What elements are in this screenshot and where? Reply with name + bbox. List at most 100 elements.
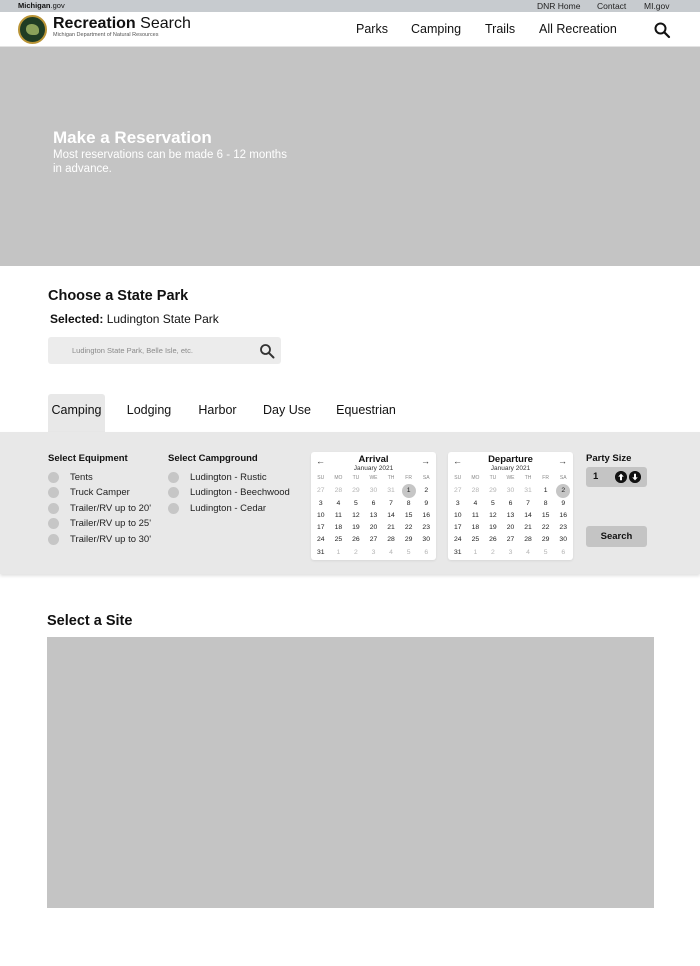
calendar-day[interactable]: 12 — [347, 510, 365, 522]
calendar-day[interactable]: 31 — [449, 547, 467, 559]
calendar-day[interactable]: 17 — [312, 522, 330, 534]
calendar-day[interactable]: 30 — [417, 534, 435, 546]
calendar-day[interactable]: 26 — [484, 534, 502, 546]
radio-button[interactable] — [48, 472, 59, 483]
calendar-day[interactable]: 28 — [330, 485, 348, 497]
calendar-day[interactable]: 13 — [502, 510, 520, 522]
calendar-day[interactable]: 14 — [382, 510, 400, 522]
tab-equestrian[interactable]: Equestrian — [332, 394, 400, 432]
calendar-day[interactable]: 3 — [312, 498, 330, 510]
calendar-day-selected[interactable]: 2 — [554, 484, 572, 499]
radio-button[interactable] — [168, 487, 179, 498]
calendar-day[interactable]: 28 — [382, 534, 400, 546]
calendar-day-selected[interactable]: 1 — [400, 484, 418, 499]
calendar-day[interactable]: 4 — [519, 547, 537, 559]
calendar-day[interactable]: 23 — [554, 522, 572, 534]
calendar-day[interactable]: 16 — [417, 510, 435, 522]
tab-camping[interactable]: Camping — [48, 394, 105, 432]
calendar-day[interactable]: 21 — [519, 522, 537, 534]
calendar-day[interactable]: 6 — [417, 547, 435, 559]
calendar-day[interactable]: 24 — [312, 534, 330, 546]
calendar-day[interactable]: 31 — [312, 547, 330, 559]
nav-camping[interactable]: Camping — [411, 22, 461, 36]
calendar-day[interactable]: 27 — [502, 534, 520, 546]
calendar-day[interactable]: 6 — [502, 498, 520, 510]
calendar-day[interactable]: 30 — [554, 534, 572, 546]
calendar-day[interactable]: 30 — [502, 485, 520, 497]
calendar-day[interactable]: 9 — [417, 498, 435, 510]
nav-trails[interactable]: Trails — [485, 22, 515, 36]
calendar-day[interactable]: 7 — [519, 498, 537, 510]
calendar-day[interactable]: 5 — [400, 547, 418, 559]
tab-day-use[interactable]: Day Use — [259, 394, 315, 432]
nav-all-recreation[interactable]: All Recreation — [539, 22, 617, 36]
calendar-day[interactable]: 18 — [467, 522, 485, 534]
calendar-day[interactable]: 3 — [502, 547, 520, 559]
radio-button[interactable] — [168, 503, 179, 514]
calendar-day[interactable]: 4 — [467, 498, 485, 510]
decrement-arrow-down-icon[interactable] — [629, 471, 641, 483]
calendar-day[interactable]: 22 — [537, 522, 555, 534]
calendar-day[interactable]: 4 — [382, 547, 400, 559]
calendar-day[interactable]: 10 — [449, 510, 467, 522]
calendar-day[interactable]: 1 — [537, 485, 555, 497]
brand-title[interactable]: Recreation Search — [53, 15, 191, 33]
party-size-value[interactable]: 1 — [593, 471, 598, 482]
calendar-day[interactable]: 1 — [467, 547, 485, 559]
calendar-day[interactable]: 20 — [502, 522, 520, 534]
calendar-day[interactable]: 13 — [365, 510, 383, 522]
tab-harbor[interactable]: Harbor — [193, 394, 242, 432]
calendar-day[interactable]: 5 — [347, 498, 365, 510]
calendar-day[interactable]: 3 — [449, 498, 467, 510]
calendar-day[interactable]: 29 — [484, 485, 502, 497]
search-button[interactable]: Search — [586, 526, 647, 547]
calendar-day[interactable]: 5 — [484, 498, 502, 510]
tab-lodging[interactable]: Lodging — [122, 394, 176, 432]
calendar-day[interactable]: 18 — [330, 522, 348, 534]
calendar-day[interactable]: 29 — [400, 534, 418, 546]
calendar-day[interactable]: 10 — [312, 510, 330, 522]
calendar-day[interactable]: 6 — [554, 547, 572, 559]
calendar-day[interactable]: 5 — [537, 547, 555, 559]
calendar-day[interactable]: 16 — [554, 510, 572, 522]
calendar-day[interactable]: 23 — [417, 522, 435, 534]
calendar-day[interactable]: 6 — [365, 498, 383, 510]
mi-gov-link[interactable]: MI.gov — [644, 1, 670, 11]
radio-button[interactable] — [48, 503, 59, 514]
calendar-day[interactable]: 8 — [537, 498, 555, 510]
calendar-day[interactable]: 26 — [347, 534, 365, 546]
search-icon[interactable] — [259, 343, 275, 359]
search-icon[interactable] — [653, 21, 671, 39]
calendar-day[interactable]: 25 — [467, 534, 485, 546]
calendar-day[interactable]: 11 — [467, 510, 485, 522]
radio-button[interactable] — [48, 487, 59, 498]
calendar-day[interactable]: 22 — [400, 522, 418, 534]
calendar-day[interactable]: 24 — [449, 534, 467, 546]
calendar-day[interactable]: 14 — [519, 510, 537, 522]
calendar-day[interactable]: 28 — [519, 534, 537, 546]
calendar-day[interactable]: 29 — [347, 485, 365, 497]
site-map-area[interactable] — [47, 637, 654, 908]
dnr-seal-logo[interactable] — [18, 15, 47, 44]
calendar-day[interactable]: 19 — [484, 522, 502, 534]
calendar-day[interactable]: 31 — [519, 485, 537, 497]
increment-arrow-up-icon[interactable] — [615, 471, 627, 483]
calendar-day[interactable]: 31 — [382, 485, 400, 497]
calendar-day[interactable]: 1 — [330, 547, 348, 559]
dnr-home-link[interactable]: DNR Home — [537, 1, 580, 11]
calendar-day[interactable]: 29 — [537, 534, 555, 546]
calendar-day[interactable]: 7 — [382, 498, 400, 510]
calendar-day[interactable]: 15 — [400, 510, 418, 522]
calendar-day[interactable]: 28 — [467, 485, 485, 497]
calendar-day[interactable]: 3 — [365, 547, 383, 559]
calendar-day[interactable]: 8 — [400, 498, 418, 510]
calendar-day[interactable]: 2 — [347, 547, 365, 559]
park-search-input[interactable] — [48, 337, 253, 364]
calendar-day[interactable]: 21 — [382, 522, 400, 534]
calendar-day[interactable]: 19 — [347, 522, 365, 534]
calendar-day[interactable]: 2 — [484, 547, 502, 559]
calendar-day[interactable]: 12 — [484, 510, 502, 522]
calendar-day[interactable]: 27 — [365, 534, 383, 546]
calendar-day[interactable]: 15 — [537, 510, 555, 522]
calendar-day[interactable]: 27 — [312, 485, 330, 497]
